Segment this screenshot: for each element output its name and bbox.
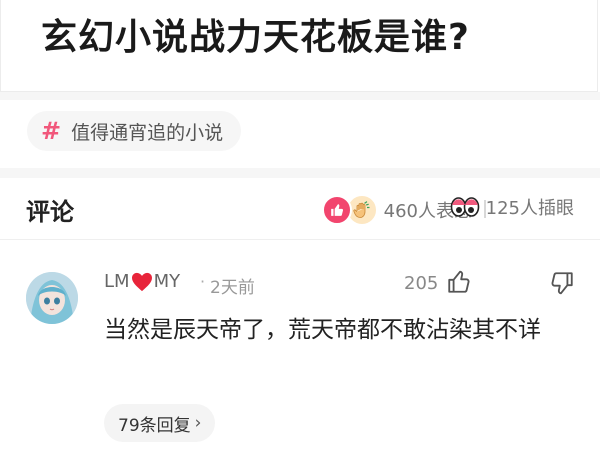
eyes-count: 125人插眼: [485, 198, 574, 219]
comment-time: 2天前: [210, 278, 255, 298]
comment-user-name[interactable]: LM MY: [104, 271, 180, 292]
topic-tag-label: 值得通宵追的小说: [71, 121, 224, 144]
thumbs-up-icon[interactable]: [446, 269, 472, 295]
comments-title: 评论: [26, 198, 74, 226]
user-name-part: MY: [153, 271, 181, 292]
post-title-card: 玄幻小说战力天花板是谁?: [0, 0, 598, 92]
bookmark-eyes-summary[interactable]: 125人插眼: [450, 194, 574, 220]
eyes-icon: [450, 197, 479, 217]
thumbs-up-badge-icon: [321, 195, 352, 225]
replies-count: 79条回复: [118, 415, 191, 436]
chevron-right-icon: ›: [194, 413, 202, 433]
heart-icon: [131, 272, 152, 291]
hash-icon: #: [41, 117, 62, 145]
topic-tag[interactable]: # 值得通宵追的小说: [27, 111, 242, 151]
section-gap: [0, 168, 600, 178]
comments-header: 评论 460人表态 125人插眼: [0, 178, 600, 240]
section-gap: [0, 92, 600, 100]
post-title: 玄幻小说战力天花板是谁?: [41, 17, 470, 58]
view-replies-button[interactable]: 79条回复 ›: [104, 404, 216, 442]
comment-like-count: 205: [404, 273, 439, 294]
thumbs-down-icon[interactable]: [549, 270, 575, 296]
user-name-part: LM: [104, 271, 130, 292]
separator-dot: ·: [200, 272, 206, 291]
comment-text: 当然是辰天帝了，荒天帝都不敢沾染其不详: [104, 317, 541, 343]
avatar[interactable]: [26, 272, 78, 324]
